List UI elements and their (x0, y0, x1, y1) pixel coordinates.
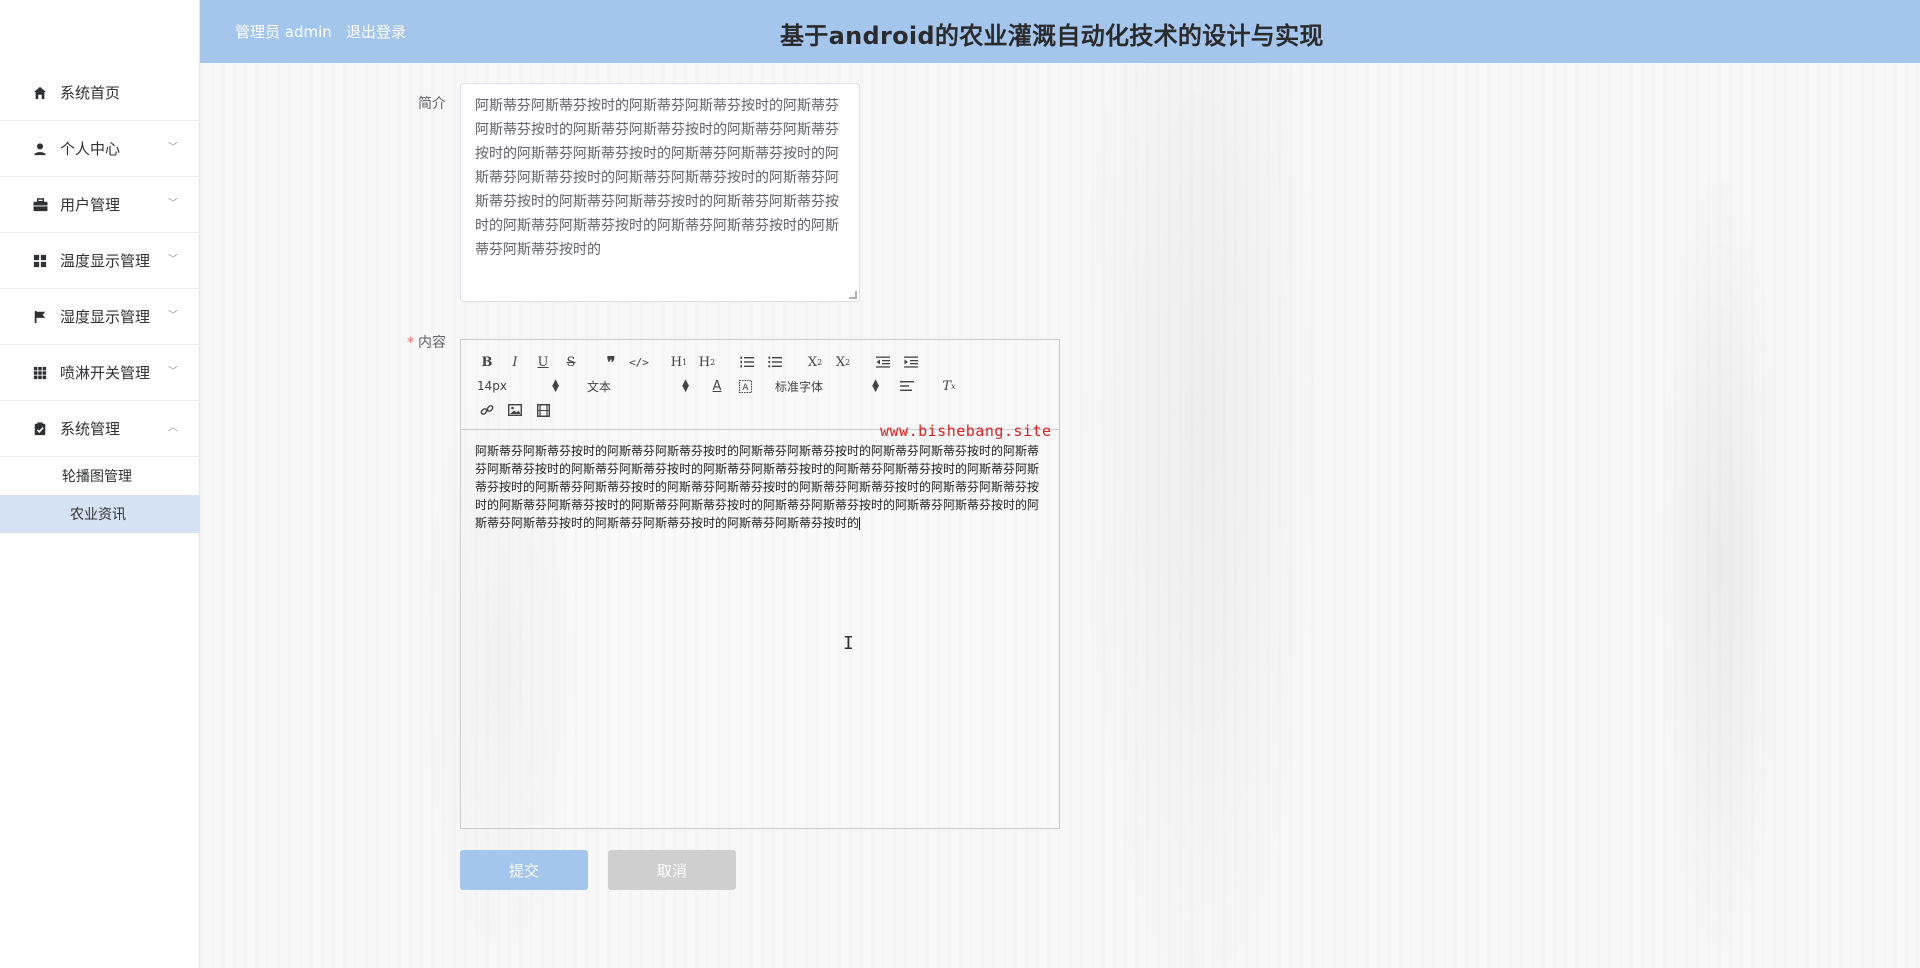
resize-handle[interactable] (849, 291, 857, 299)
sidebar-subitem-carousel[interactable]: 轮播图管理 (0, 457, 200, 495)
sidebar-item-label: 个人中心 (60, 140, 121, 158)
intro-textarea[interactable]: 阿斯蒂芬阿斯蒂芬按时的阿斯蒂芬阿斯蒂芬按时的阿斯蒂芬阿斯蒂芬按时的阿斯蒂芬阿斯蒂… (460, 83, 860, 302)
editor-toolbar: B I U S ❞ </> H1 H2 X2 X2 14px ▲ ▼ 文本 ▲ … (461, 340, 1059, 430)
text-color-icon[interactable]: A (703, 374, 731, 398)
underline-icon[interactable]: U (529, 350, 557, 374)
home-icon (32, 85, 48, 101)
sidebar-item-home[interactable]: 系统首页 (0, 65, 200, 121)
rich-text-editor: B I U S ❞ </> H1 H2 X2 X2 14px ▲ ▼ 文本 ▲ … (460, 339, 1060, 829)
ordered-list-icon[interactable] (733, 350, 761, 374)
font-size-value: 14px (477, 379, 507, 393)
superscript-icon[interactable]: X2 (829, 350, 857, 374)
sidebar-item-user-management[interactable]: 用户管理 ﹀ (0, 177, 200, 233)
sidebar-item-label: 温度显示管理 (60, 252, 151, 270)
sidebar-item-label: 系统首页 (60, 84, 121, 102)
sidebar-item-label: 喷淋开关管理 (60, 364, 151, 382)
content-label: 内容 (418, 335, 446, 351)
sidebar-subitem-label: 轮播图管理 (62, 469, 132, 485)
bullet-list-icon[interactable] (761, 350, 789, 374)
font-size-select[interactable]: 14px ▲ ▼ (473, 374, 563, 398)
video-icon[interactable] (529, 398, 557, 422)
grid-icon (32, 253, 48, 269)
chevron-down-icon: ﹀ (168, 310, 178, 321)
link-icon[interactable] (473, 398, 501, 422)
page-title: 基于android的农业灌溉自动化技术的设计与实现 (780, 22, 1324, 50)
sidebar: 系统首页 个人中心 ﹀ 用户管理 ﹀ 温度显示管理 ﹀ 湿度显示管理 ﹀ 喷淋开… (0, 0, 200, 968)
sidebar-subitem-agri-news[interactable]: 农业资讯 (0, 495, 200, 533)
text-caret (859, 517, 861, 530)
submit-button[interactable]: 提交 (460, 850, 588, 890)
clipboard-check-icon (32, 421, 48, 437)
content-label-wrap: * 内容 (407, 332, 446, 352)
sidebar-item-humidity[interactable]: 湿度显示管理 ﹀ (0, 289, 200, 345)
font-family-value: 标准字体 (775, 379, 824, 394)
subscript-icon[interactable]: X2 (801, 350, 829, 374)
cancel-button[interactable]: 取消 (608, 850, 736, 890)
heading1-icon[interactable]: H1 (665, 350, 693, 374)
sidebar-item-label: 用户管理 (60, 196, 121, 214)
bold-icon[interactable]: B (473, 350, 501, 374)
image-icon[interactable] (501, 398, 529, 422)
main-content: 简介 阿斯蒂芬阿斯蒂芬按时的阿斯蒂芬阿斯蒂芬按时的阿斯蒂芬阿斯蒂芬按时的阿斯蒂芬… (200, 63, 1920, 968)
sidebar-subitem-label: 农业资讯 (70, 507, 126, 523)
code-block-icon[interactable]: </> (625, 350, 653, 374)
sidebar-item-temperature[interactable]: 温度显示管理 ﹀ (0, 233, 200, 289)
sidebar-item-personal-center[interactable]: 个人中心 ﹀ (0, 121, 200, 177)
chevron-up-icon: ︿ (168, 422, 178, 433)
required-mark: * (407, 335, 414, 351)
font-family-select[interactable]: 标准字体 ▲ ▼ (771, 374, 883, 398)
top-header: 管理员 admin 退出登录 基于android的农业灌溉自动化技术的设计与实现 (200, 0, 1920, 63)
align-icon[interactable] (893, 374, 921, 398)
blockquote-icon[interactable]: ❞ (597, 350, 625, 374)
indent-icon[interactable] (897, 350, 925, 374)
chevron-down-icon: ﹀ (168, 142, 178, 153)
watermark-text: www.bishebang.site (880, 422, 1052, 440)
admin-label: 管理员 admin (235, 23, 332, 41)
select-arrows-icon: ▲ ▼ (682, 378, 689, 394)
background-texture (200, 63, 1920, 968)
svg-text:A: A (742, 383, 749, 393)
header-select[interactable]: 文本 ▲ ▼ (583, 374, 693, 398)
sidebar-item-system-management[interactable]: 系统管理 ︿ (0, 401, 200, 457)
header-select-value: 文本 (587, 379, 612, 394)
outdent-icon[interactable] (869, 350, 897, 374)
sidebar-item-label: 系统管理 (60, 420, 121, 438)
chevron-down-icon: ﹀ (168, 366, 178, 377)
editor-content-text: 阿斯蒂芬阿斯蒂芬按时的阿斯蒂芬阿斯蒂芬按时的阿斯蒂芬阿斯蒂芬按时的阿斯蒂芬阿斯蒂… (475, 444, 1040, 530)
user-icon (32, 141, 48, 157)
chevron-down-icon: ﹀ (168, 198, 178, 209)
flag-icon (32, 309, 48, 325)
editor-content-area[interactable]: 阿斯蒂芬阿斯蒂芬按时的阿斯蒂芬阿斯蒂芬按时的阿斯蒂芬阿斯蒂芬按时的阿斯蒂芬阿斯蒂… (461, 430, 1059, 544)
background-color-icon[interactable]: A (731, 374, 759, 398)
sidebar-submenu-system: 轮播图管理 农业资讯 (0, 457, 200, 533)
sidebar-item-sprinkler[interactable]: 喷淋开关管理 ﹀ (0, 345, 200, 401)
logout-link[interactable]: 退出登录 (346, 21, 406, 42)
text-cursor-icon: I (843, 633, 854, 654)
select-arrows-icon: ▲ ▼ (552, 378, 559, 394)
chevron-down-icon: ﹀ (168, 254, 178, 265)
italic-icon[interactable]: I (501, 350, 529, 374)
clear-format-icon[interactable]: Tx (935, 374, 963, 398)
apps-icon (32, 365, 48, 381)
briefcase-icon (32, 197, 48, 213)
intro-label: 简介 (418, 96, 446, 112)
heading2-icon[interactable]: H2 (693, 350, 721, 374)
select-arrows-icon: ▲ ▼ (872, 378, 879, 394)
strikethrough-icon[interactable]: S (557, 350, 585, 374)
sidebar-nav: 系统首页 个人中心 ﹀ 用户管理 ﹀ 温度显示管理 ﹀ 湿度显示管理 ﹀ 喷淋开… (0, 65, 200, 533)
sidebar-item-label: 湿度显示管理 (60, 308, 151, 326)
intro-text: 阿斯蒂芬阿斯蒂芬按时的阿斯蒂芬阿斯蒂芬按时的阿斯蒂芬阿斯蒂芬按时的阿斯蒂芬阿斯蒂… (475, 98, 839, 258)
